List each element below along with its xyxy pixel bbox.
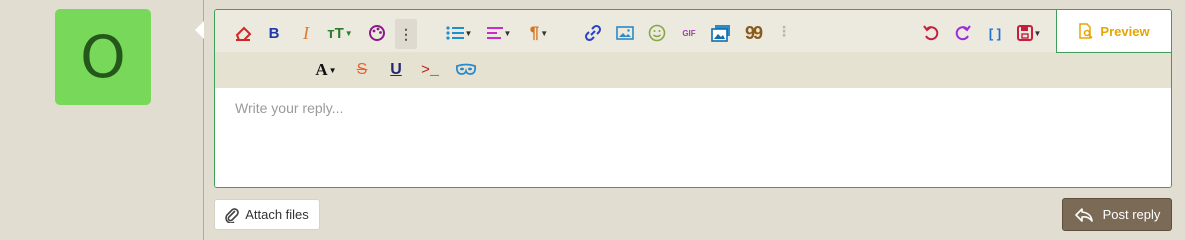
gif-button[interactable]: GIF (677, 20, 701, 46)
chevron-down-icon: ▼ (344, 28, 353, 38)
drafts-button[interactable]: ▼ (1013, 20, 1045, 46)
avatar-column: O (0, 0, 204, 240)
media-button[interactable] (709, 20, 733, 46)
reply-textarea[interactable] (215, 88, 1171, 187)
font-size-button[interactable]: тT ▼ (323, 20, 357, 46)
post-reply-button[interactable]: Post reply (1062, 198, 1172, 231)
reply-placeholder: Write your reply... (235, 100, 344, 116)
redo-button[interactable] (951, 20, 975, 46)
toolbar-separator: ⋮ (777, 24, 791, 40)
palette-icon (369, 25, 385, 41)
bbcode-toggle-button[interactable]: [ ] (983, 20, 1007, 46)
terminal-icon: >_ (420, 61, 439, 79)
paperclip-icon (225, 207, 240, 223)
preview-button[interactable]: Preview (1056, 10, 1171, 53)
underline-label: U (390, 61, 402, 78)
chevron-down-icon: ▼ (540, 28, 549, 38)
save-icon (1016, 25, 1033, 41)
attach-files-button[interactable]: Attach files (214, 199, 320, 230)
reply-icon (1074, 207, 1093, 222)
italic-button[interactable]: I (295, 20, 317, 46)
smiley-icon (648, 24, 666, 42)
avatar-letter: O (80, 23, 126, 91)
more-options-button[interactable]: ⋮ (395, 19, 417, 49)
strikethrough-button[interactable]: S (351, 57, 373, 83)
image-icon (616, 26, 634, 40)
quote-button[interactable]: 99 (741, 20, 765, 46)
bold-label: B (268, 24, 280, 42)
underline-button[interactable]: U (385, 57, 407, 83)
preview-label: Preview (1100, 23, 1150, 39)
image-button[interactable] (613, 20, 637, 46)
link-button[interactable] (581, 20, 605, 46)
avatar[interactable]: O (55, 9, 151, 105)
font-color-button[interactable]: A ▼ (311, 57, 341, 83)
align-left-icon (486, 27, 503, 39)
chevron-down-icon: ▼ (464, 28, 473, 38)
gallery-icon (711, 25, 730, 42)
more-vertical-icon: ⋮ (399, 25, 413, 42)
undo-button[interactable] (919, 20, 943, 46)
post-reply-label: Post reply (1102, 207, 1161, 222)
reply-form: B I тT ▼ ⋮ ▼ ▼ ¶ ▼ GIF 99 ⋮ [] ▼ Previe… (204, 0, 1185, 240)
paragraph-icon: ¶ (529, 23, 540, 42)
align-button[interactable]: ▼ (483, 20, 515, 46)
chevron-down-icon: ▼ (1033, 28, 1042, 38)
undo-icon (923, 25, 939, 41)
clear-format-button[interactable] (231, 20, 255, 46)
font-color-label: A (315, 60, 328, 79)
paragraph-button[interactable]: ¶ ▼ (523, 20, 555, 46)
quote-icon: 99 (744, 22, 763, 43)
chevron-down-icon: ▼ (503, 28, 512, 38)
brackets-icon: [ ] (988, 25, 1002, 41)
eraser-icon (235, 26, 252, 41)
link-icon (584, 24, 602, 42)
editor: B I тT ▼ ⋮ ▼ ▼ ¶ ▼ GIF 99 ⋮ [] ▼ Previe… (214, 9, 1172, 188)
color-palette-button[interactable] (365, 20, 389, 46)
gif-label: GIF (682, 28, 696, 38)
strikethrough-label: S (356, 61, 368, 78)
list-button[interactable]: ▼ (443, 20, 475, 46)
chevron-down-icon: ▼ (328, 65, 337, 75)
inline-code-button[interactable]: >_ (415, 57, 445, 83)
italic-label: I (303, 22, 309, 43)
list-icon (445, 26, 464, 40)
font-size-label: тT (327, 24, 344, 42)
emoji-button[interactable] (645, 20, 669, 46)
redo-icon (955, 25, 971, 41)
attach-files-label: Attach files (245, 207, 309, 222)
spoiler-button[interactable] (453, 57, 479, 83)
mask-icon (455, 63, 477, 75)
bold-button[interactable]: B (263, 20, 285, 46)
preview-icon (1079, 23, 1093, 39)
